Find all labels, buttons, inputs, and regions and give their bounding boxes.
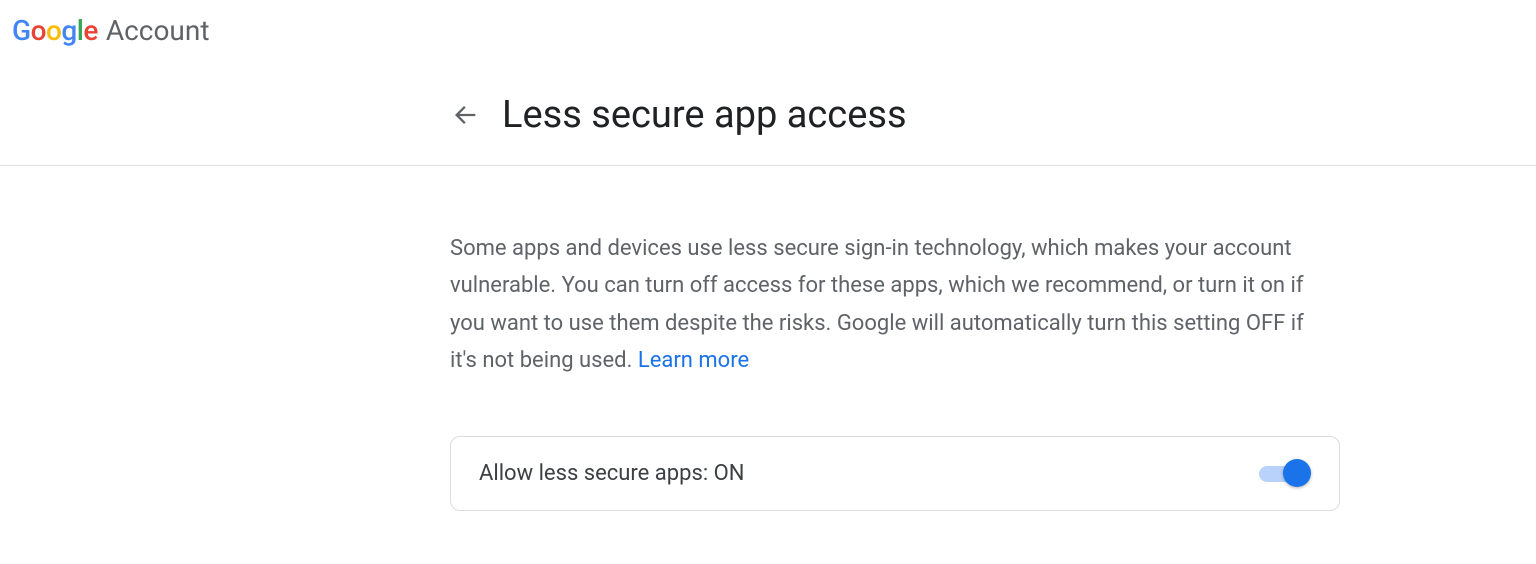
less-secure-toggle[interactable] (1259, 463, 1311, 483)
toggle-thumb (1283, 459, 1311, 487)
page-title: Less secure app access (502, 93, 907, 137)
description-text: Some apps and devices use less secure si… (450, 230, 1330, 380)
toggle-card: Allow less secure apps: ON (450, 436, 1340, 511)
toggle-label: Allow less secure apps: ON (479, 461, 744, 486)
content-area: Some apps and devices use less secure si… (0, 166, 1340, 511)
learn-more-link[interactable]: Learn more (638, 348, 749, 373)
account-label: Account (106, 14, 210, 47)
google-logo: Google (12, 14, 98, 47)
title-row: Less secure app access (0, 65, 1536, 166)
app-header: Google Account (0, 0, 1536, 65)
back-arrow-icon[interactable] (450, 99, 482, 131)
description-body: Some apps and devices use less secure si… (450, 236, 1304, 373)
